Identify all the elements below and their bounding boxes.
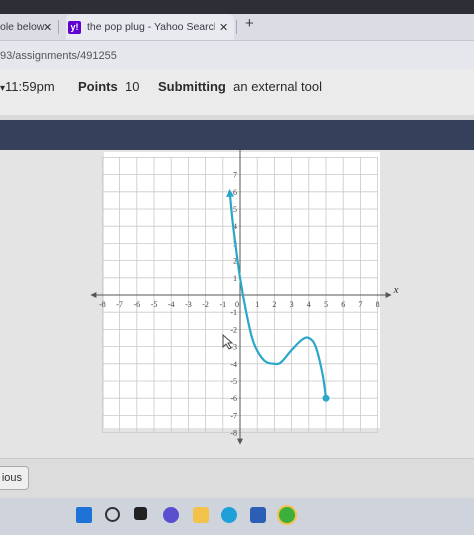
url-text: 93/assignments/491255	[0, 50, 117, 62]
task-view-icon[interactable]	[134, 507, 147, 520]
tab-previous-search[interactable]: ole below ✕	[0, 14, 55, 40]
x-tick-label: -3	[185, 300, 192, 309]
y-tick-label: -7	[230, 411, 237, 420]
window-top-bar	[0, 0, 474, 14]
external-tool-frame: -8 -7 -6 -5 -4 -3 -2 -1 0 1 2 3 4 5 6 7 8 7 6 5 4 3 2 1 -1 -2 -3-…	[0, 150, 474, 458]
file-explorer-icon[interactable]	[193, 507, 209, 523]
submitting: Submitting an external tool	[158, 79, 323, 94]
assignment-details: ▾11:59pm Points 10 Submitting an externa…	[0, 69, 474, 115]
x-tick-label: 6	[341, 300, 345, 309]
x-tick-label: -5	[151, 300, 158, 309]
y-tick-label: 1	[233, 274, 237, 283]
due-time: ▾11:59pm	[0, 79, 55, 94]
y-tick-label: -1	[230, 308, 237, 317]
tab-label: ole below	[0, 21, 45, 33]
x-tick-label: 4	[307, 300, 311, 309]
yahoo-icon: y!	[68, 20, 81, 34]
edge-browser-icon[interactable]	[221, 507, 237, 523]
x-axis-label: x	[393, 284, 399, 296]
x-tick-label: -6	[133, 300, 140, 309]
x-tick-label: 5	[324, 300, 328, 309]
x-tick-label: 1	[255, 300, 259, 309]
x-tick-label: -4	[168, 300, 175, 309]
store-icon[interactable]	[250, 507, 266, 523]
address-bar[interactable]: 93/assignments/491255	[0, 41, 474, 69]
chrome-icon[interactable]	[279, 507, 295, 523]
tab-label: the pop plug - Yahoo Search Res	[87, 21, 215, 33]
chat-icon[interactable]	[163, 507, 179, 523]
tab-yahoo-search[interactable]: y! the pop plug - Yahoo Search Res ✕	[66, 14, 234, 40]
x-tick-label: -2	[202, 300, 209, 309]
x-tick-label: -7	[116, 300, 123, 309]
y-tick-label: -5	[230, 377, 237, 386]
y-tick-label: 5	[233, 205, 237, 214]
y-tick-label: -6	[230, 394, 237, 403]
new-tab-button[interactable]: +	[245, 15, 254, 32]
function-graph: -8 -7 -6 -5 -4 -3 -2 -1 0 1 2 3 4 5 6 7 8 7654321-1-2-3-…	[90, 150, 399, 445]
y-tick-label: 6	[233, 188, 237, 197]
tab-divider	[236, 20, 237, 34]
close-icon[interactable]: ✕	[43, 21, 52, 34]
x-axis-arrow-icon	[385, 292, 392, 298]
search-icon[interactable]	[105, 507, 120, 522]
y-axis-arrow-icon	[237, 438, 243, 445]
x-tick-label: 2	[272, 300, 276, 309]
y-tick-label: -8	[230, 429, 237, 438]
x-tick-label: 7	[358, 300, 362, 309]
mouse-cursor-icon	[222, 334, 234, 350]
tab-bar: ole below ✕ y! the pop plug - Yahoo Sear…	[0, 14, 474, 41]
tab-divider	[58, 20, 59, 34]
windows-taskbar	[0, 498, 474, 535]
close-icon[interactable]: ✕	[219, 21, 228, 34]
x-tick-label: -8	[99, 300, 106, 309]
y-tick-label: -4	[230, 360, 237, 369]
footer-bar: ious	[0, 458, 474, 499]
previous-button[interactable]: ious	[0, 466, 29, 490]
tool-header-banner	[0, 120, 474, 150]
points: Points 10	[78, 79, 140, 94]
x-axis-arrow-icon	[90, 292, 97, 298]
y-tick-label: 7	[233, 171, 237, 180]
windows-start-icon[interactable]	[76, 507, 92, 523]
x-tick-label: 3	[290, 300, 294, 309]
x-tick-label: -1	[219, 300, 226, 309]
curve-end-point	[322, 394, 330, 402]
x-tick-label: 8	[376, 300, 380, 309]
